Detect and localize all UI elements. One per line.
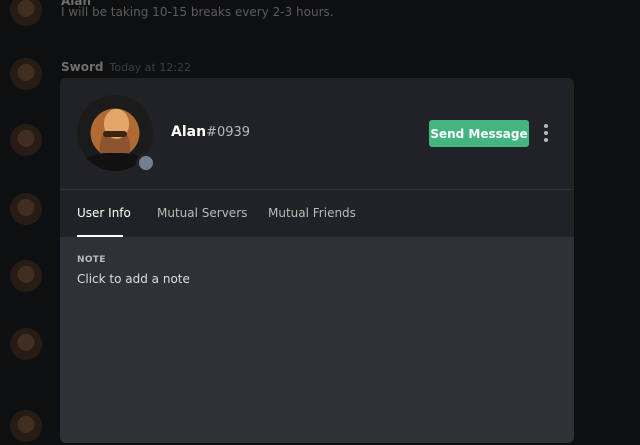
avatar[interactable] [10, 193, 42, 225]
avatar[interactable] [10, 0, 42, 26]
avatar[interactable] [10, 410, 42, 442]
profile-tabs: User Info Mutual Servers Mutual Friends [60, 190, 574, 237]
note-input[interactable]: Click to add a note [77, 272, 190, 286]
send-message-button[interactable]: Send Message [429, 120, 529, 147]
more-vertical-icon[interactable] [540, 124, 552, 142]
profile-discriminator: #0939 [206, 125, 251, 140]
message-author[interactable]: Sword Today at 12:22 [61, 60, 191, 74]
tab-mutual-servers[interactable]: Mutual Servers [157, 206, 247, 220]
status-indicator-icon [136, 153, 156, 173]
avatar[interactable] [10, 58, 42, 90]
avatar[interactable] [10, 260, 42, 292]
note-label: NOTE [77, 255, 106, 265]
tab-mutual-friends[interactable]: Mutual Friends [268, 206, 356, 220]
message-text: I will be taking 10-15 breaks every 2-3 … [61, 5, 334, 19]
active-tab-indicator [77, 235, 123, 237]
chat-message: Alan I will be taking 10-15 breaks every… [0, 0, 640, 38]
avatar[interactable] [10, 124, 42, 156]
message-timestamp: Today at 12:22 [109, 61, 192, 74]
tab-user-info[interactable]: User Info [77, 206, 131, 220]
profile-header: Alan#0939 Send Message User Info Mutual … [60, 78, 574, 237]
avatar[interactable] [10, 328, 42, 360]
user-profile-modal: Alan#0939 Send Message User Info Mutual … [60, 78, 574, 443]
profile-username: Alan#0939 [171, 124, 251, 140]
avatar-detail [103, 131, 127, 137]
